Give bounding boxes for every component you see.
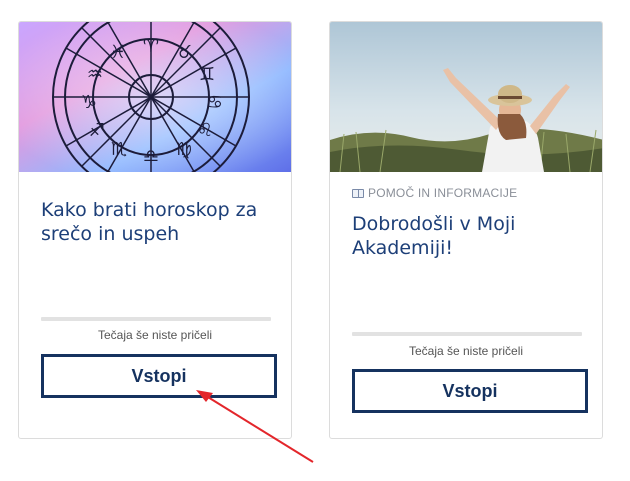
course-card: ♈ ♉ ♊ ♋ ♌ ♍ ♎ ♏ ♐ ♑ ♒ ♓ Kako brati horos… bbox=[18, 21, 292, 439]
svg-text:♒: ♒ bbox=[87, 64, 103, 85]
course-title[interactable]: Dobrodošli v Moji Akademiji! bbox=[352, 212, 584, 260]
course-status: Tečaja še niste pričeli bbox=[97, 328, 213, 342]
svg-text:♉: ♉ bbox=[176, 42, 192, 63]
book-icon bbox=[352, 188, 364, 198]
course-image-woman[interactable] bbox=[330, 22, 602, 172]
course-image-zodiac[interactable]: ♈ ♉ ♊ ♋ ♌ ♍ ♎ ♏ ♐ ♑ ♒ ♓ bbox=[19, 22, 291, 172]
course-card: POMOČ IN INFORMACIJE Dobrodošli v Moji A… bbox=[329, 21, 603, 439]
zodiac-wheel-illustration: ♈ ♉ ♊ ♋ ♌ ♍ ♎ ♏ ♐ ♑ ♒ ♓ bbox=[19, 22, 291, 172]
svg-text:♎: ♎ bbox=[143, 146, 159, 167]
progress-bar bbox=[41, 317, 271, 321]
svg-text:♐: ♐ bbox=[89, 120, 105, 141]
course-category: POMOČ IN INFORMACIJE bbox=[352, 186, 517, 200]
course-status: Tečaja še niste pričeli bbox=[408, 344, 524, 358]
course-title[interactable]: Kako brati horoskop za srečo in uspeh bbox=[41, 198, 273, 246]
svg-text:♋: ♋ bbox=[207, 92, 223, 113]
svg-text:♌: ♌ bbox=[197, 120, 213, 141]
svg-text:♏: ♏ bbox=[111, 139, 127, 160]
svg-text:♓: ♓ bbox=[110, 42, 126, 63]
course-category-label: POMOČ IN INFORMACIJE bbox=[368, 186, 518, 200]
svg-text:♑: ♑ bbox=[81, 92, 97, 113]
enter-course-button[interactable]: Vstopi bbox=[352, 369, 588, 413]
svg-text:♍: ♍ bbox=[176, 139, 192, 160]
progress-bar bbox=[352, 332, 582, 336]
enter-course-button[interactable]: Vstopi bbox=[41, 354, 277, 398]
woman-raising-arms-illustration bbox=[330, 22, 602, 172]
svg-text:♊: ♊ bbox=[199, 64, 215, 85]
svg-text:♈: ♈ bbox=[143, 36, 159, 57]
